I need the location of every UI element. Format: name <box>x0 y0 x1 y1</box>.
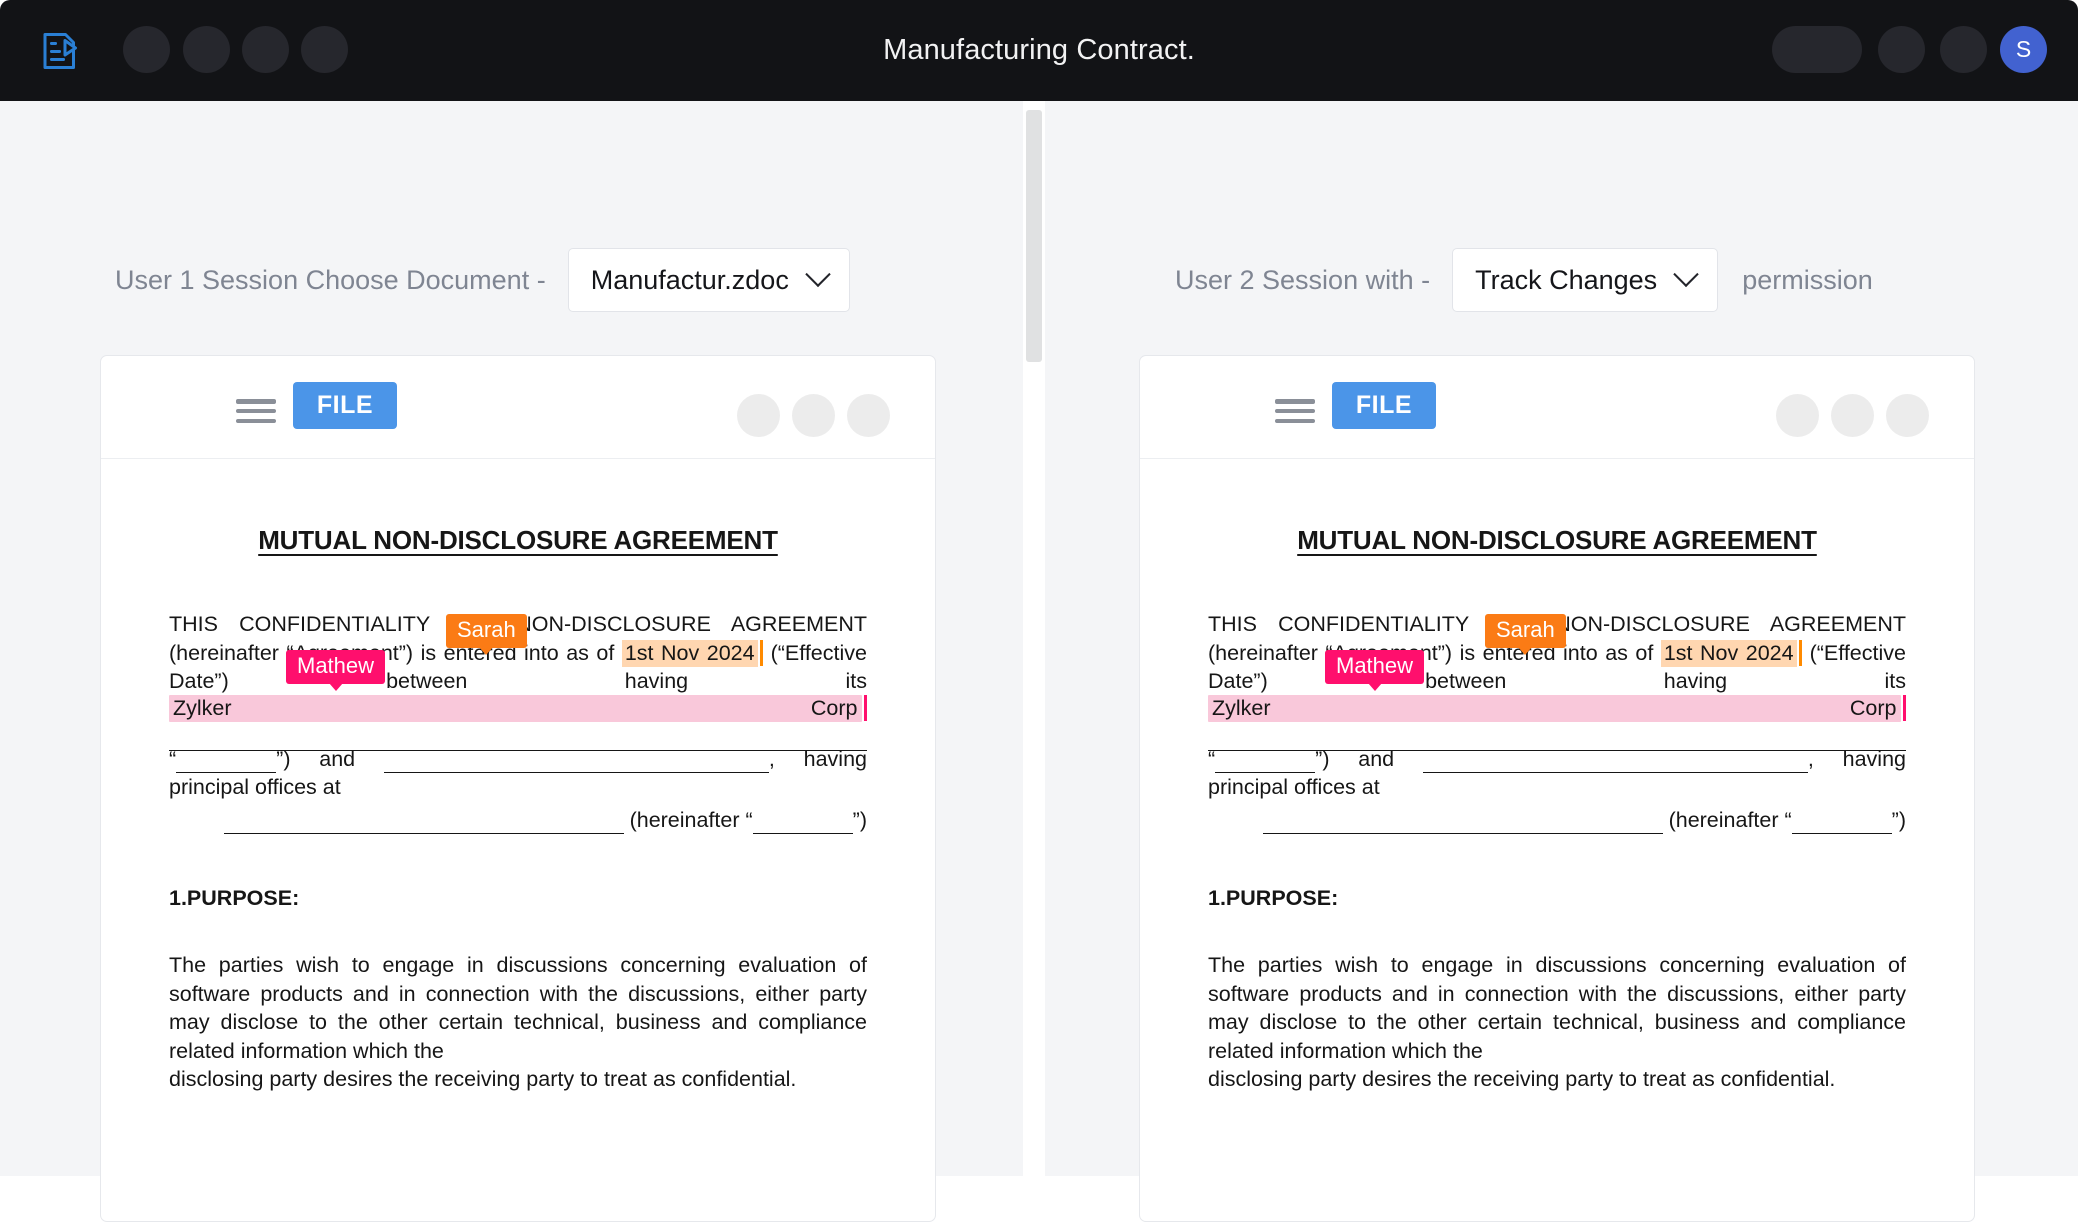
document-heading: MUTUAL NON-DISCLOSURE AGREEMENT <box>258 525 778 555</box>
paragraph-2-quote-close: ”) and <box>276 746 356 771</box>
paragraph-1-text-d: its <box>1884 669 1907 693</box>
file-button[interactable]: FILE <box>1332 382 1436 429</box>
paragraph-2-tail-end: ”) <box>852 807 867 832</box>
tracked-company-value: Zylker Corp <box>169 694 862 722</box>
document-page[interactable]: MUTUAL NON-DISCLOSURE AGREEMENT Mathew S… <box>1140 525 1974 1094</box>
page-title: Manufacturing Contract. <box>883 34 1195 66</box>
tracked-date-value: 1st Nov 2024 <box>1660 639 1797 667</box>
section-1-body-last-line: disclosing party desires the receiving p… <box>169 1067 797 1091</box>
session-bar-user-2: User 2 Session with - Track Changes perm… <box>1175 245 1873 315</box>
header-action-placeholder-2[interactable] <box>1878 26 1925 73</box>
paragraph-2-tail: (hereinafter “ <box>629 807 753 832</box>
document-paragraph-2: “”) and , having principal offices at (h… <box>169 745 867 834</box>
blank-rule-4 <box>1262 816 1663 834</box>
editor-toolbar: FILE <box>1140 356 1974 459</box>
section-1-title: 1.PURPOSE: <box>1208 886 1339 910</box>
section-1-title: 1.PURPOSE: <box>169 886 300 910</box>
app-header: Manufacturing Contract. S <box>0 0 2078 101</box>
file-button[interactable]: FILE <box>293 382 397 429</box>
toolbar-placeholder-3[interactable] <box>847 394 890 437</box>
blank-rule-5 <box>752 816 853 834</box>
toolbar-placeholder-2[interactable] <box>792 394 835 437</box>
page-body: User 1 Session Choose Document - Manufac… <box>0 101 2078 1222</box>
toolbar-placeholder-3[interactable] <box>1886 394 1929 437</box>
chevron-down-icon <box>805 261 831 288</box>
permission-select-value: Track Changes <box>1475 264 1658 295</box>
toolbar-placeholder-2[interactable] <box>1831 394 1874 437</box>
document-paragraph-1: Mathew Sarah THIS CONFIDENTIALITY AND NO… <box>169 610 867 751</box>
caret-sarah <box>1798 639 1803 666</box>
paragraph-1-text-c: having <box>1663 669 1728 693</box>
caret-mathew <box>863 694 867 721</box>
editor-toolbar: FILE <box>101 356 935 459</box>
blank-rule-2 <box>176 755 277 773</box>
blank-rule-4 <box>223 816 624 834</box>
session-bar-user-1: User 1 Session Choose Document - Manufac… <box>115 245 850 315</box>
chevron-down-icon <box>1673 261 1699 288</box>
paragraph-2-quote-open: “ <box>1208 746 1216 771</box>
header-action-placeholder-3[interactable] <box>1940 26 1987 73</box>
caret-sarah <box>759 639 764 666</box>
tracked-company-value: Zylker Corp <box>1208 694 1901 722</box>
section-1-body-last-line: disclosing party desires the receiving p… <box>1208 1067 1836 1091</box>
section-1-body-text: The parties wish to engage in discussion… <box>169 953 867 1063</box>
blank-rule-3 <box>1422 755 1808 773</box>
paragraph-1-text-d: its <box>845 669 868 693</box>
toolbar-placeholder-1[interactable] <box>737 394 780 437</box>
paragraph-2-quote-close: ”) and <box>1315 746 1395 771</box>
document-paragraph-1: Mathew Sarah THIS CONFIDENTIALITY AND NO… <box>1208 610 1906 751</box>
document-select-value: Manufactur.zdoc <box>590 264 789 295</box>
permission-trailing-label: permission <box>1742 264 1873 295</box>
section-1-body: The parties wish to engage in discussion… <box>1208 951 1906 1094</box>
header-action-placeholder-1[interactable] <box>1772 26 1862 73</box>
tracked-date-value: 1st Nov 2024 <box>621 639 758 667</box>
blank-rule-5 <box>1791 816 1892 834</box>
paragraph-2-quote-open: “ <box>169 746 177 771</box>
document-select[interactable]: Manufactur.zdoc <box>567 248 850 312</box>
document-card-user-2: FILE MUTUAL NON-DISCLOSURE AGREEMENT Mat… <box>1139 355 1975 1222</box>
cursor-flag-mathew: Mathew <box>286 650 386 691</box>
hamburger-menu-icon[interactable] <box>1275 399 1315 423</box>
center-scrollbar-thumb[interactable] <box>1026 110 1042 362</box>
cursor-flag-sarah: Sarah <box>446 614 527 655</box>
paragraph-1-text-c: having <box>624 669 689 693</box>
section-1-body-text: The parties wish to engage in discussion… <box>1208 953 1906 1063</box>
paragraph-2-tail-end: ”) <box>1891 807 1906 832</box>
permission-select[interactable]: Track Changes <box>1452 248 1719 312</box>
session-1-label: User 1 Session Choose Document - <box>115 264 546 295</box>
blank-rule-2 <box>1215 755 1316 773</box>
document-card-user-1: FILE MUTUAL NON-DISCLOSURE AGREEMENT Mat… <box>100 355 936 1222</box>
avatar[interactable]: S <box>2000 26 2047 73</box>
cursor-flag-mathew: Mathew <box>1325 650 1425 691</box>
document-paragraph-2: “”) and , having principal offices at (h… <box>1208 745 1906 834</box>
session-2-label: User 2 Session with - <box>1175 264 1431 295</box>
toolbar-placeholder-1[interactable] <box>1776 394 1819 437</box>
hamburger-menu-icon[interactable] <box>236 399 276 423</box>
paragraph-2-tail: (hereinafter “ <box>1668 807 1792 832</box>
section-1-body: The parties wish to engage in discussion… <box>169 951 867 1094</box>
document-page[interactable]: MUTUAL NON-DISCLOSURE AGREEMENT Mathew S… <box>101 525 935 1094</box>
cursor-flag-sarah: Sarah <box>1485 614 1566 655</box>
document-heading: MUTUAL NON-DISCLOSURE AGREEMENT <box>1297 525 1817 555</box>
blank-rule-3 <box>383 755 769 773</box>
caret-mathew <box>1902 694 1906 721</box>
